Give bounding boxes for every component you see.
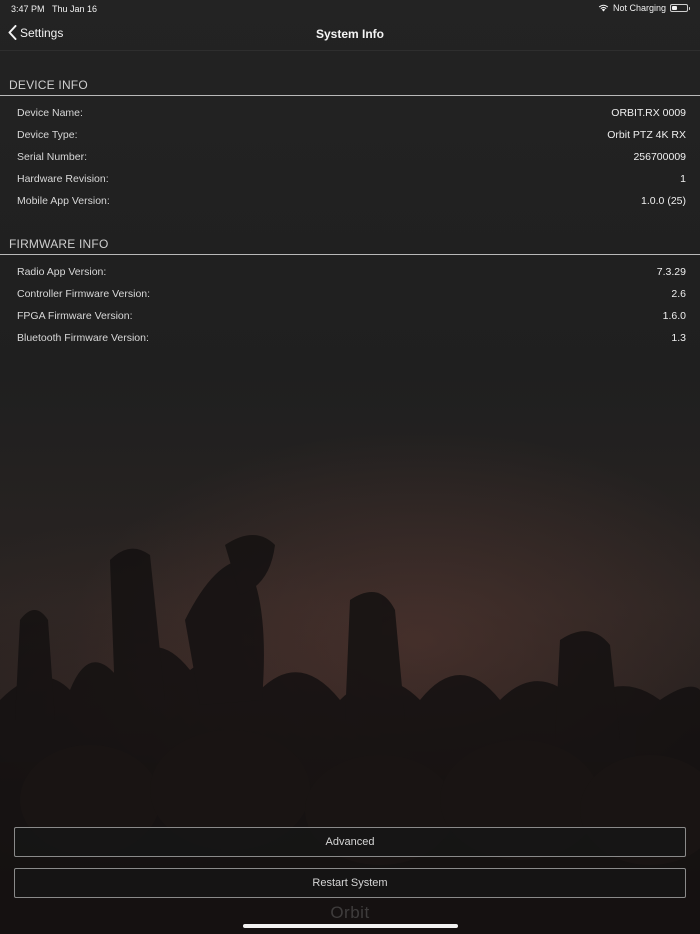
info-row-fpga-firmware: FPGA Firmware Version: 1.6.0 [0, 305, 700, 327]
brand-logo-text: Orbit [330, 903, 370, 922]
info-value: 1 [680, 173, 686, 185]
info-label: Hardware Revision: [17, 173, 109, 185]
info-value: 2.6 [671, 288, 686, 300]
wifi-icon [598, 4, 609, 12]
info-value: 1.6.0 [662, 310, 686, 322]
charging-status: Not Charging [612, 3, 666, 13]
info-row-device-name: Device Name: ORBIT.RX 0009 [0, 102, 700, 124]
info-row-device-type: Device Type: Orbit PTZ 4K RX [0, 124, 700, 146]
navigation-bar: Settings System Info [0, 18, 700, 51]
advanced-button[interactable]: Advanced [14, 827, 686, 857]
status-bar: 3:47 PM Thu Jan 16 Not Charging [0, 0, 700, 18]
info-label: Device Type: [17, 129, 78, 141]
info-value: Orbit PTZ 4K RX [607, 129, 686, 141]
battery-icon [670, 4, 690, 12]
page-title: System Info [315, 27, 384, 41]
info-label: Serial Number: [17, 151, 88, 163]
status-time: 3:47 PM [11, 4, 45, 14]
info-value: ORBIT.RX 0009 [611, 107, 686, 119]
info-value: 1.0.0 (25) [641, 195, 686, 207]
info-value: 1.3 [671, 332, 686, 344]
info-row-mobile-app-version: Mobile App Version: 1.0.0 (25) [0, 190, 700, 212]
status-right-group: Not Charging [598, 3, 690, 13]
info-value: 7.3.29 [656, 266, 686, 278]
info-label: Mobile App Version: [17, 195, 110, 207]
firmware-info-title: FIRMWARE INFO [9, 237, 109, 251]
home-indicator[interactable] [243, 924, 458, 928]
firmware-info-header: FIRMWARE INFO [0, 233, 700, 255]
info-label: Device Name: [17, 107, 83, 119]
info-row-serial-number: Serial Number: 256700009 [0, 146, 700, 168]
info-label: Radio App Version: [17, 266, 107, 278]
battery-level-fill [672, 6, 677, 10]
info-label: Controller Firmware Version: [17, 288, 151, 300]
info-label: FPGA Firmware Version: [17, 310, 133, 322]
info-row-hardware-revision: Hardware Revision: 1 [0, 168, 700, 190]
device-info-header: DEVICE INFO [0, 74, 700, 96]
info-row-bluetooth-firmware: Bluetooth Firmware Version: 1.3 [0, 327, 700, 349]
info-label: Bluetooth Firmware Version: [17, 332, 149, 344]
info-row-controller-firmware: Controller Firmware Version: 2.6 [0, 283, 700, 305]
status-date: Thu Jan 16 [52, 4, 98, 14]
device-info-title: DEVICE INFO [9, 78, 88, 92]
info-row-radio-app-version: Radio App Version: 7.3.29 [0, 261, 700, 283]
info-value: 256700009 [633, 151, 686, 163]
restart-system-button[interactable]: Restart System [14, 868, 686, 898]
